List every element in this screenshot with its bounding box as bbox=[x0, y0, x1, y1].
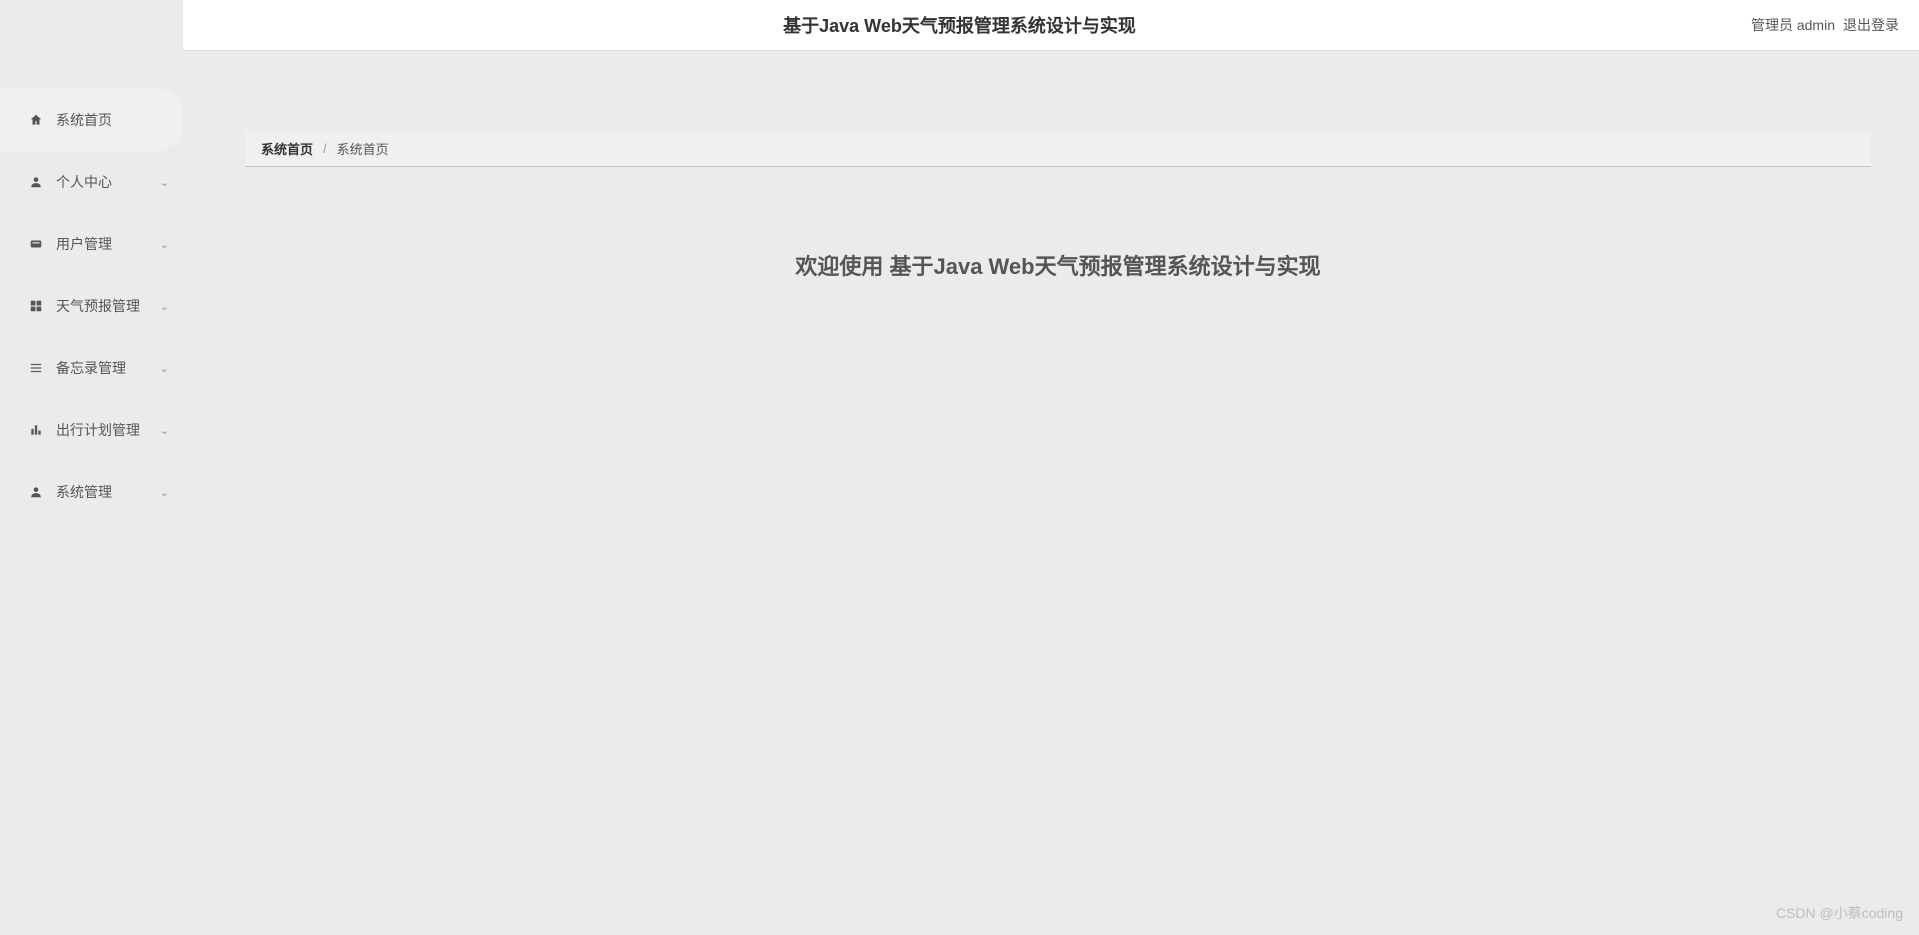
sidebar-item-label: 个人中心 bbox=[56, 172, 160, 192]
sidebar-item-label: 出行计划管理 bbox=[56, 420, 160, 440]
sidebar-item-users[interactable]: 用户管理 ⌄ bbox=[0, 213, 183, 275]
logout-link[interactable]: 退出登录 bbox=[1843, 15, 1899, 35]
sidebar-item-system[interactable]: 系统管理 ⌄ bbox=[0, 461, 183, 523]
page-title: 基于Java Web天气预报管理系统设计与实现 bbox=[783, 12, 1136, 38]
sidebar-item-label: 备忘录管理 bbox=[56, 358, 160, 378]
sidebar-item-profile[interactable]: 个人中心 ⌄ bbox=[0, 151, 183, 213]
breadcrumb-first[interactable]: 系统首页 bbox=[261, 139, 313, 158]
chevron-down-icon: ⌄ bbox=[160, 486, 169, 499]
users-icon bbox=[28, 236, 44, 252]
content: 系统首页 / 系统首页 欢迎使用 基于Java Web天气预报管理系统设计与实现 bbox=[183, 51, 1919, 935]
sidebar-item-label: 系统首页 bbox=[56, 110, 169, 130]
user-label[interactable]: 管理员 admin bbox=[1751, 15, 1835, 35]
chevron-down-icon: ⌄ bbox=[160, 176, 169, 189]
home-icon bbox=[28, 112, 44, 128]
sidebar-item-travel[interactable]: 出行计划管理 ⌄ bbox=[0, 399, 183, 461]
admin-icon bbox=[28, 484, 44, 500]
chevron-down-icon: ⌄ bbox=[160, 362, 169, 375]
sidebar: 系统首页 个人中心 ⌄ 用户管理 ⌄ 天气预报管理 ⌄ bbox=[0, 51, 183, 935]
list-icon bbox=[28, 360, 44, 376]
breadcrumb-second: 系统首页 bbox=[337, 139, 389, 158]
breadcrumb: 系统首页 / 系统首页 bbox=[245, 131, 1871, 167]
chevron-down-icon: ⌄ bbox=[160, 424, 169, 437]
sidebar-item-label: 系统管理 bbox=[56, 482, 160, 502]
welcome-heading: 欢迎使用 基于Java Web天气预报管理系统设计与实现 bbox=[245, 249, 1871, 281]
chevron-down-icon: ⌄ bbox=[160, 300, 169, 313]
sidebar-item-weather[interactable]: 天气预报管理 ⌄ bbox=[0, 275, 183, 337]
person-icon bbox=[28, 174, 44, 190]
chart-icon bbox=[28, 422, 44, 438]
header-right: 管理员 admin 退出登录 bbox=[1751, 15, 1919, 35]
watermark: CSDN @小蔡coding bbox=[1776, 903, 1903, 923]
chevron-down-icon: ⌄ bbox=[160, 238, 169, 251]
sidebar-item-label: 用户管理 bbox=[56, 234, 160, 254]
sidebar-item-memo[interactable]: 备忘录管理 ⌄ bbox=[0, 337, 183, 399]
grid-icon bbox=[28, 298, 44, 314]
header-spacer bbox=[0, 0, 183, 51]
header: 基于Java Web天气预报管理系统设计与实现 管理员 admin 退出登录 bbox=[0, 0, 1919, 51]
breadcrumb-separator: / bbox=[323, 141, 327, 156]
sidebar-item-home[interactable]: 系统首页 bbox=[0, 89, 183, 151]
main-container: 系统首页 个人中心 ⌄ 用户管理 ⌄ 天气预报管理 ⌄ bbox=[0, 51, 1919, 935]
sidebar-item-label: 天气预报管理 bbox=[56, 296, 160, 316]
